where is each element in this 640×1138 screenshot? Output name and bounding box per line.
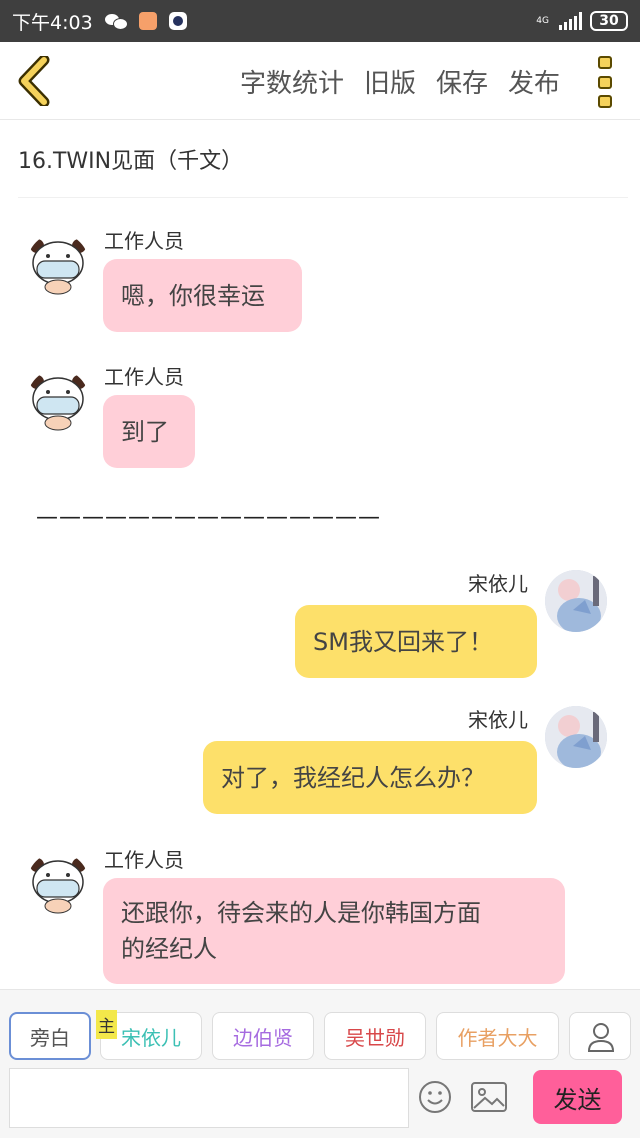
main-character-badge: 主	[96, 1010, 117, 1039]
speaker-name: 宋依儿	[468, 708, 528, 732]
message-bubble[interactable]: SM我又回来了！	[295, 605, 537, 678]
smiley-icon	[419, 1081, 451, 1113]
back-button[interactable]	[14, 54, 58, 108]
word-count-button[interactable]: 字数统计	[240, 63, 344, 100]
wechat-icon	[104, 12, 128, 30]
role-label: 宋依儿	[121, 1025, 181, 1050]
speaker-name: 工作人员	[104, 229, 184, 253]
send-button[interactable]: 发送	[533, 1070, 622, 1124]
staff-avatar	[27, 852, 89, 914]
chevron-left-icon	[18, 54, 50, 108]
status-right: 4G 30	[536, 11, 628, 31]
status-time: 下午4:03	[12, 11, 93, 34]
battery-icon: 30	[590, 11, 628, 31]
publish-button[interactable]: 发布	[508, 63, 560, 100]
status-bar: 下午4:03 4G 30	[0, 0, 640, 42]
chapter-title: 16.TWIN见面（千文）	[18, 120, 628, 198]
speaker-name: 宋依儿	[468, 572, 528, 596]
battery-level: 30	[599, 13, 619, 29]
status-left: 下午4:03	[12, 8, 187, 35]
girl-avatar	[545, 570, 607, 632]
message-bubble[interactable]: 还跟你，待会来的人是你韩国方面 的经纪人	[103, 878, 565, 984]
app-root: 下午4:03 4G 30 字数统计 旧版 保存 发布 16.TWIN见面（千文）…	[0, 0, 640, 1138]
girl-photo-icon	[545, 706, 607, 768]
app-badge-icon	[168, 12, 187, 30]
signal-icon	[559, 12, 582, 30]
app-notification-icon	[138, 12, 157, 30]
girl-photo-icon	[545, 570, 607, 632]
add-role-button[interactable]	[569, 1012, 631, 1060]
role-label: 作者大大	[457, 1025, 538, 1050]
message-input[interactable]	[9, 1068, 409, 1128]
scene-divider: ———————————————	[36, 505, 381, 530]
message-bubble[interactable]: 到了	[103, 395, 195, 468]
bear-mask-icon	[30, 239, 86, 295]
chat-area[interactable]: 工作人员 嗯，你很幸运 工作人员 到了 ——————————————— 宋依儿 …	[0, 199, 640, 989]
role-label: 边伯贤	[233, 1025, 293, 1050]
speaker-name: 工作人员	[104, 848, 184, 872]
person-icon	[587, 1023, 615, 1052]
message-line: 的经纪人	[121, 935, 217, 963]
bear-mask-icon	[30, 375, 86, 431]
role-label: 吴世勋	[345, 1025, 405, 1050]
bear-mask-icon	[30, 858, 86, 914]
more-vertical-icon[interactable]	[594, 56, 616, 108]
message-bubble[interactable]: 对了，我经纪人怎么办？	[203, 741, 537, 814]
role-author[interactable]: 作者大大	[436, 1012, 559, 1060]
girl-avatar	[545, 706, 607, 768]
role-narrator[interactable]: 旁白	[9, 1012, 91, 1060]
speaker-name: 工作人员	[104, 365, 184, 389]
image-button[interactable]	[470, 1080, 508, 1114]
role-bian-baixian[interactable]: 边伯贤	[212, 1012, 314, 1060]
toolbar-actions: 字数统计 旧版 保存 发布	[240, 42, 560, 120]
role-wu-shixun[interactable]: 吴世勋	[324, 1012, 426, 1060]
image-icon	[471, 1082, 507, 1112]
save-button[interactable]: 保存	[436, 63, 488, 100]
role-label: 旁白	[30, 1025, 70, 1050]
editor-toolbar: 字数统计 旧版 保存 发布	[0, 42, 640, 120]
staff-avatar	[27, 233, 89, 295]
staff-avatar	[27, 369, 89, 431]
network-type: 4G	[536, 15, 549, 26]
emoji-button[interactable]	[418, 1080, 452, 1114]
message-bubble[interactable]: 嗯，你很幸运	[103, 259, 302, 332]
old-version-button[interactable]: 旧版	[364, 63, 416, 100]
message-line: 还跟你，待会来的人是你韩国方面	[121, 899, 481, 927]
